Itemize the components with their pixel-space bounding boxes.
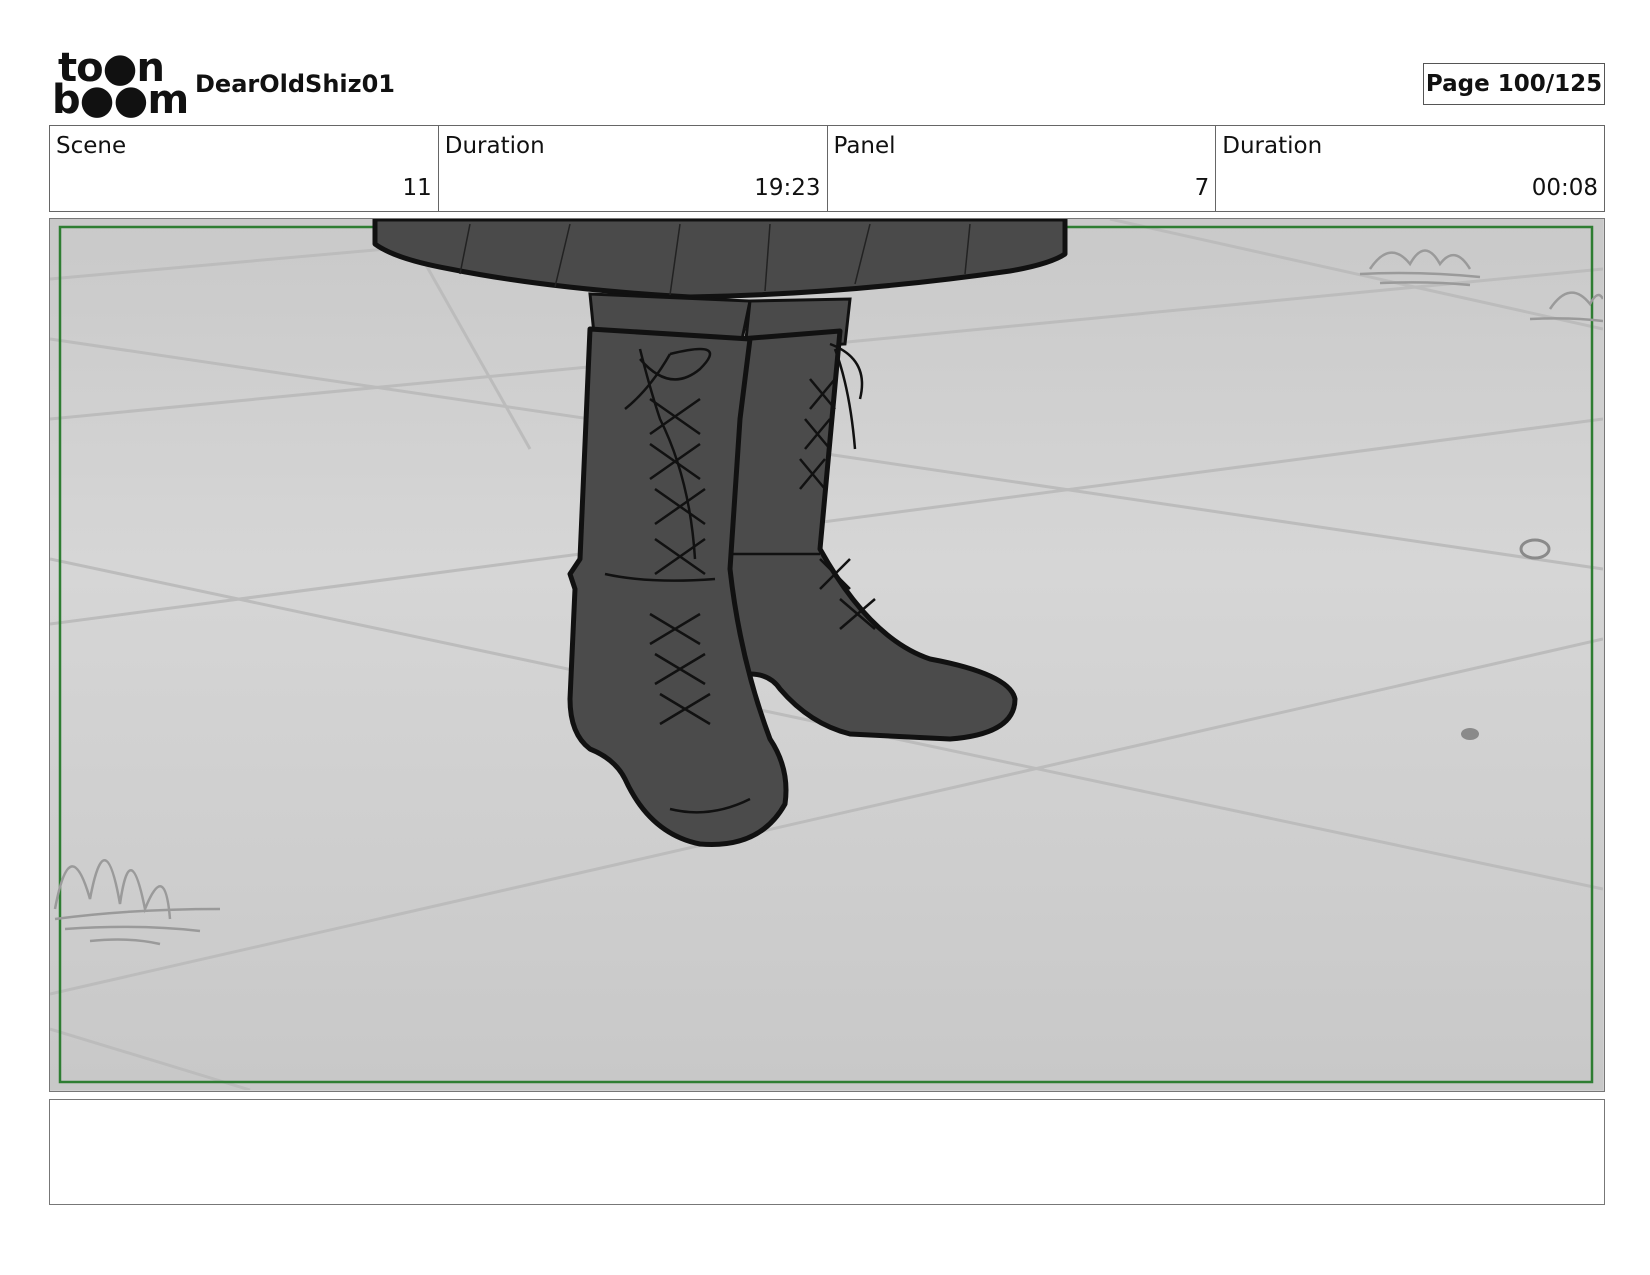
scene-duration-label: Duration	[444, 133, 545, 159]
page-indicator: Page 100/125	[1423, 63, 1605, 105]
panel-value: 7	[1194, 175, 1210, 201]
panel-duration-cell: Duration 00:08	[1216, 126, 1604, 211]
logo-line-2: b●●m	[52, 77, 189, 123]
panel-cell: Panel 7	[828, 126, 1217, 211]
panel-drawing	[50, 219, 1603, 1090]
pebble-2	[1461, 728, 1479, 740]
scene-duration-value: 19:23	[754, 175, 821, 201]
toonboom-logo: to●n b●●m	[52, 48, 189, 120]
panel-notes	[49, 1099, 1605, 1205]
scene-cell: Scene 11	[50, 126, 439, 211]
scene-duration-cell: Duration 19:23	[439, 126, 828, 211]
page-label: Page 100/125	[1425, 71, 1603, 97]
project-title: DearOldShiz01	[195, 70, 396, 98]
scene-info-table: Scene 11 Duration 19:23 Panel 7 Duration…	[49, 125, 1605, 212]
panel-duration-value: 00:08	[1531, 175, 1598, 201]
scene-value: 11	[402, 175, 432, 201]
scene-label: Scene	[56, 133, 127, 159]
panel-duration-label: Duration	[1222, 133, 1323, 159]
panel-label: Panel	[833, 133, 896, 159]
storyboard-panel	[49, 218, 1605, 1092]
